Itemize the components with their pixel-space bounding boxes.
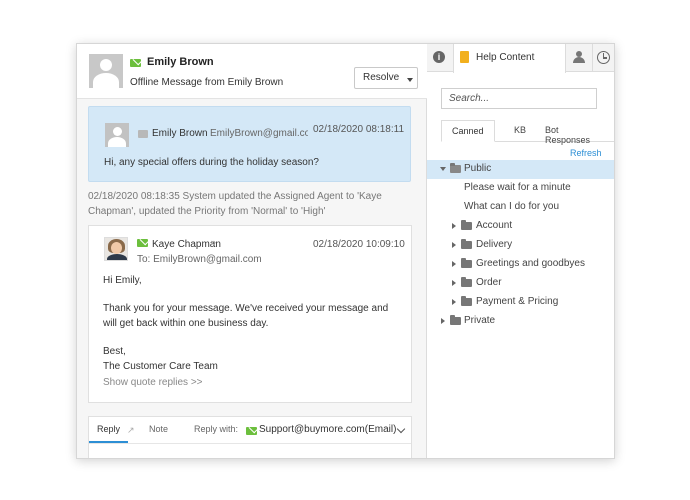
divider bbox=[592, 44, 593, 72]
folder-icon bbox=[461, 258, 472, 268]
expand-icon[interactable] bbox=[452, 261, 456, 267]
tree-label: Greetings and goodbyes bbox=[476, 258, 585, 269]
conversation-subtitle: Offline Message from Emily Brown bbox=[130, 77, 284, 88]
tree-folder-order[interactable]: Order bbox=[427, 274, 614, 293]
customer-message: Emily Brown EmilyBrown@gmail.com 02/18/2… bbox=[88, 106, 411, 182]
reply-tab[interactable]: Reply bbox=[89, 417, 129, 443]
expand-icon[interactable] bbox=[452, 280, 456, 286]
tree-item[interactable]: Please wait for a minute bbox=[427, 179, 614, 198]
email-channel-icon bbox=[137, 239, 148, 247]
tree-label: Public bbox=[464, 163, 492, 174]
collapse-icon[interactable] bbox=[440, 167, 446, 171]
tab-help-content[interactable]: Help Content bbox=[453, 44, 566, 73]
message-timestamp: 02/18/2020 08:18:11 bbox=[313, 124, 405, 135]
chat-window: Emily Brown Offline Message from Emily B… bbox=[76, 43, 615, 459]
recipient-line: To: EmilyBrown@gmail.com bbox=[137, 254, 262, 265]
reply-address-select[interactable]: Support@buymore.com(Email) bbox=[259, 424, 396, 435]
reply-composer: Reply ↗ Note Reply with: Support@buymore… bbox=[88, 416, 412, 458]
tree-folder-public[interactable]: Public bbox=[427, 160, 614, 179]
refresh-link[interactable]: Refresh bbox=[570, 148, 602, 158]
tree-label: Delivery bbox=[476, 239, 513, 250]
folder-icon bbox=[461, 277, 472, 287]
expand-icon[interactable] bbox=[441, 318, 445, 324]
tree-item[interactable]: What can I do for you bbox=[427, 198, 614, 217]
folder-icon bbox=[461, 239, 472, 249]
show-quote-replies-link[interactable]: Show quote replies >> bbox=[103, 377, 203, 388]
message-signoff: Best, bbox=[103, 346, 126, 357]
tree-label: Payment & Pricing bbox=[476, 296, 559, 307]
content-subtabs: Canned KB Bot Responses bbox=[441, 120, 614, 145]
sender-name: Emily Brown bbox=[152, 128, 208, 139]
tab-kb[interactable]: KB bbox=[504, 120, 536, 142]
conversation-panel: Emily Brown Offline Message from Emily B… bbox=[77, 44, 427, 458]
folder-icon bbox=[450, 315, 461, 325]
contact-avatar bbox=[89, 54, 123, 88]
tree-label: Order bbox=[476, 277, 502, 288]
history-icon[interactable] bbox=[597, 51, 610, 64]
expand-icon[interactable] bbox=[452, 299, 456, 305]
email-channel-icon bbox=[246, 427, 257, 435]
sender-email: EmilyBrown@gmail.com bbox=[210, 128, 308, 139]
note-tab[interactable]: Note bbox=[149, 424, 168, 434]
resolve-button[interactable]: Resolve bbox=[354, 67, 418, 89]
tree-folder-delivery[interactable]: Delivery bbox=[427, 236, 614, 255]
resolve-dropdown-icon[interactable] bbox=[407, 78, 413, 82]
chat-channel-icon bbox=[138, 130, 148, 138]
tree-folder-private[interactable]: Private bbox=[427, 312, 614, 331]
chevron-down-icon[interactable] bbox=[396, 424, 406, 434]
message-signature: The Customer Care Team bbox=[103, 361, 218, 372]
folder-open-icon bbox=[450, 163, 461, 173]
agent-message: Kaye Chapman » To: EmilyBrown@gmail.com … bbox=[88, 225, 412, 403]
message-text: Hi, any special offers during the holida… bbox=[104, 157, 319, 168]
folder-icon bbox=[461, 220, 472, 230]
expand-icon[interactable] bbox=[452, 223, 456, 229]
agent-avatar bbox=[104, 237, 128, 261]
resolve-label: Resolve bbox=[363, 72, 400, 83]
divider bbox=[89, 443, 411, 444]
search-input[interactable] bbox=[441, 88, 597, 109]
expand-icon[interactable] bbox=[452, 242, 456, 248]
contact-name[interactable]: Emily Brown bbox=[147, 56, 214, 68]
chevron-down-icon[interactable]: » bbox=[211, 237, 216, 247]
email-channel-icon bbox=[130, 59, 141, 67]
contact-icon[interactable] bbox=[573, 51, 585, 63]
system-message: 02/18/2020 08:18:35 System updated the A… bbox=[88, 191, 382, 217]
conversation-header: Emily Brown Offline Message from Emily B… bbox=[77, 44, 427, 99]
tree-folder-payment[interactable]: Payment & Pricing bbox=[427, 293, 614, 312]
folder-icon bbox=[461, 296, 472, 306]
side-tabs: i Help Content bbox=[427, 44, 614, 73]
message-timestamp: 02/18/2020 10:09:10 bbox=[313, 239, 405, 250]
tree-label: Please wait for a minute bbox=[464, 182, 571, 193]
book-icon bbox=[460, 51, 469, 63]
message-body: Hi Emily, Thank you for your message. We… bbox=[103, 273, 403, 374]
tree-label: Account bbox=[476, 220, 513, 231]
tree-folder-greetings[interactable]: Greetings and goodbyes bbox=[427, 255, 614, 274]
expand-icon[interactable]: ↗ bbox=[127, 425, 135, 436]
tree-folder-account[interactable]: Account bbox=[427, 217, 614, 236]
reply-with-label: Reply with: bbox=[194, 424, 239, 434]
tab-label: Help Content bbox=[476, 52, 535, 63]
message-paragraph: Thank you for your message. We've receiv… bbox=[103, 303, 389, 329]
tab-canned[interactable]: Canned bbox=[441, 120, 495, 142]
customer-avatar bbox=[105, 123, 129, 147]
message-greeting: Hi Emily, bbox=[103, 275, 142, 286]
tree-label: Private bbox=[464, 315, 496, 326]
info-icon[interactable]: i bbox=[433, 51, 445, 63]
tab-bot-responses[interactable]: Bot Responses bbox=[535, 120, 614, 145]
help-content-panel: i Help Content Canned KB Bot Responses R… bbox=[427, 44, 614, 458]
tree-label: What can I do for you bbox=[464, 201, 560, 212]
